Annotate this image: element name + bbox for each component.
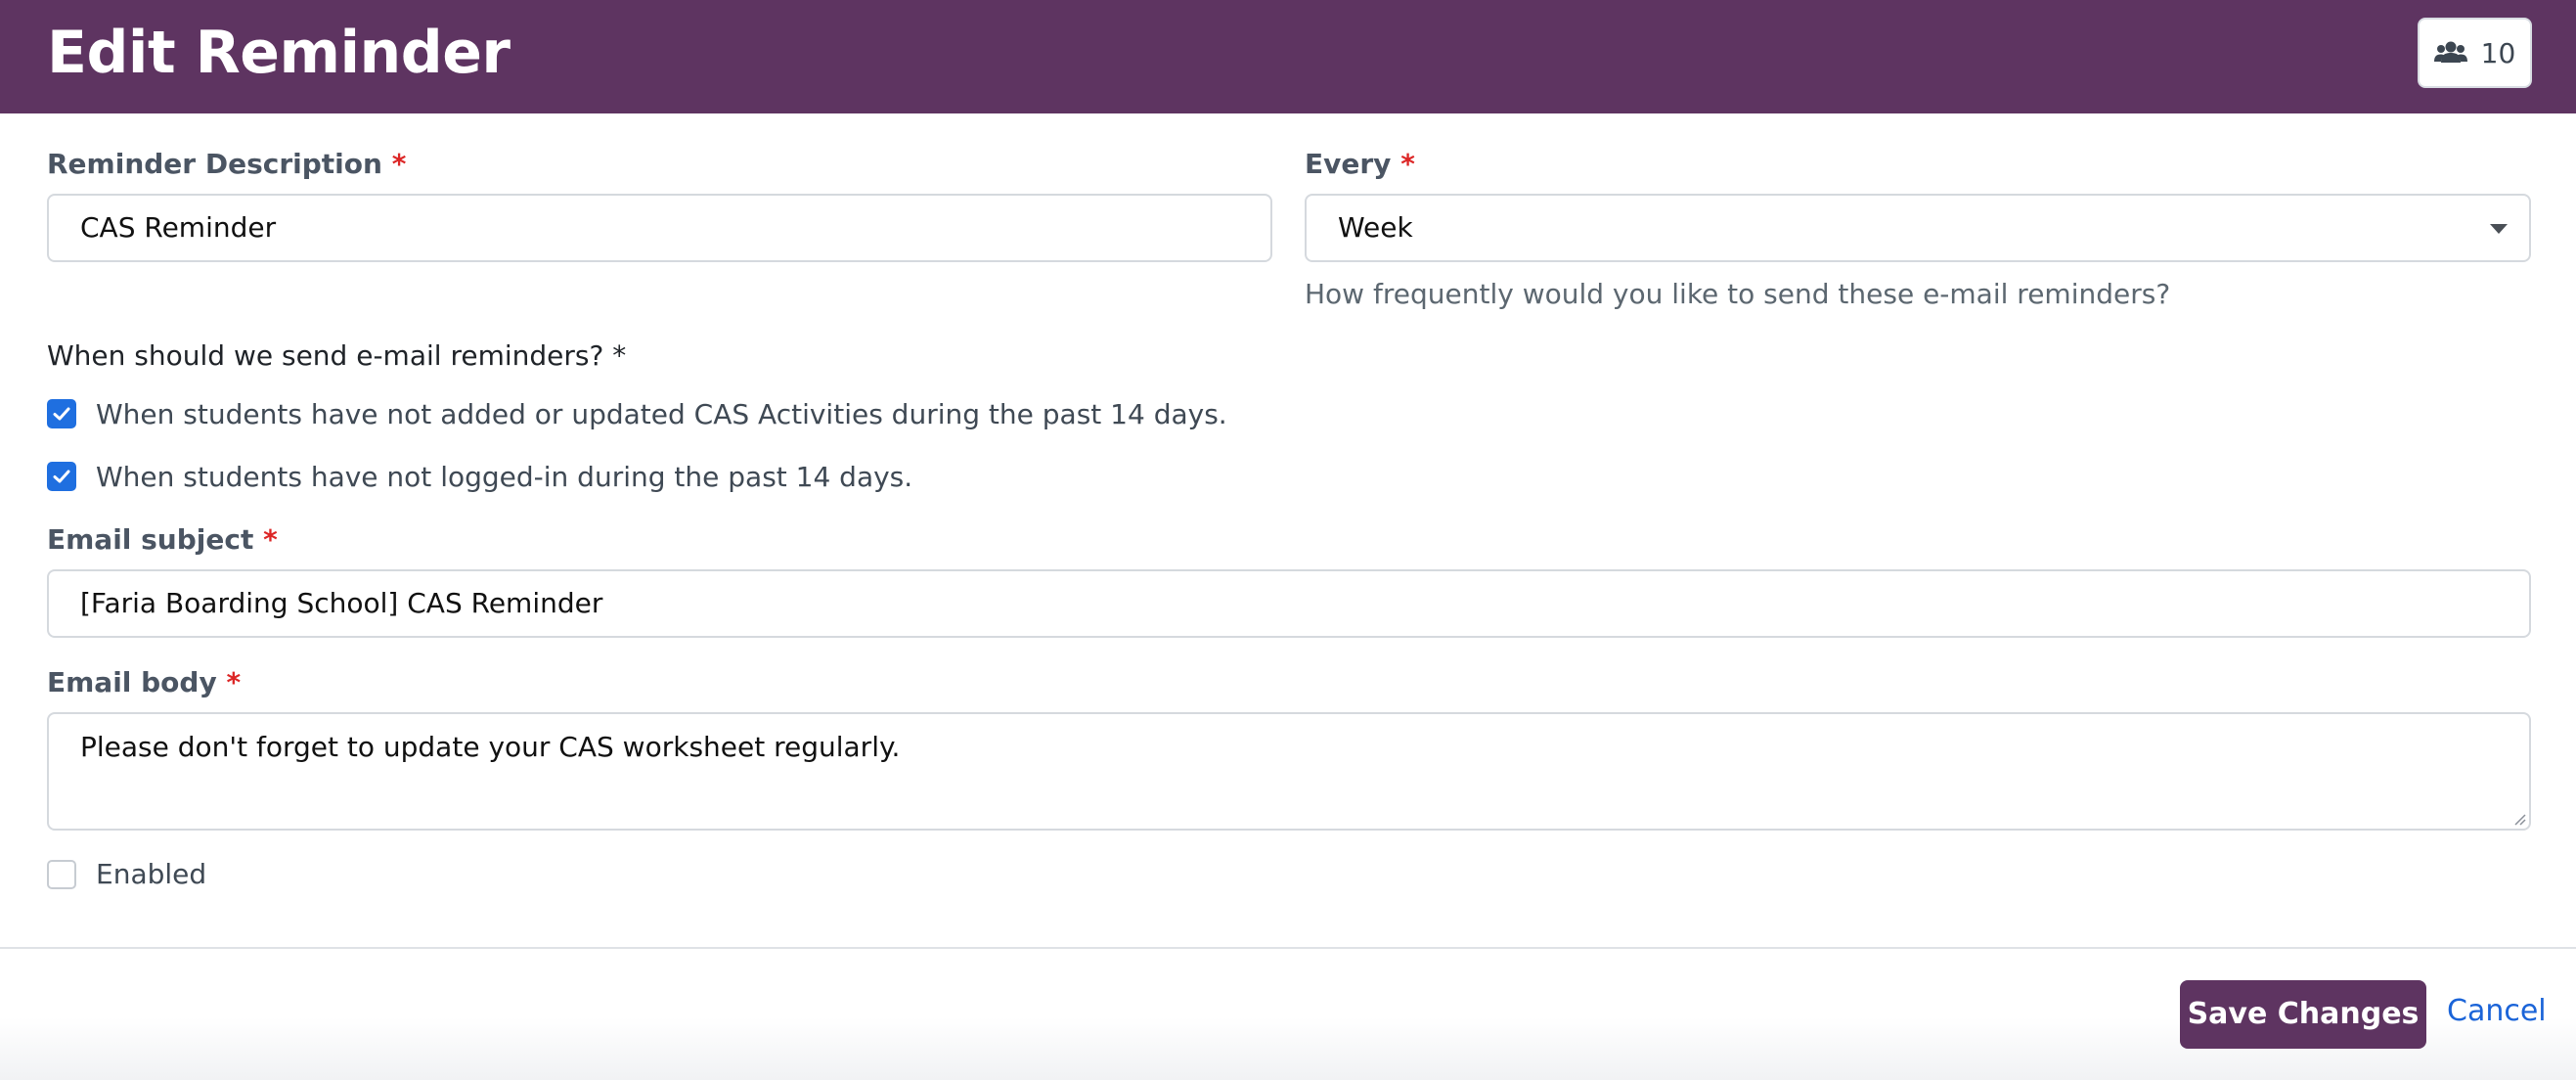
page-header: Edit Reminder 10 [0, 0, 2576, 113]
required-mark: * [391, 148, 407, 180]
option-inactive-activities-checkbox[interactable] [47, 399, 76, 428]
check-icon [53, 407, 70, 421]
option-no-login-checkbox[interactable] [47, 462, 76, 491]
option-no-login-label[interactable]: When students have not logged-in during … [96, 460, 912, 495]
email-body-label-text: Email body [47, 666, 217, 698]
description-input[interactable]: CAS Reminder [47, 194, 1272, 262]
every-help-text: How frequently would you like to send th… [1305, 278, 2171, 310]
send-when-question: When should we send e-mail reminders? * [47, 339, 627, 372]
page-title: Edit Reminder [47, 19, 511, 87]
user-count: 10 [2480, 36, 2516, 69]
email-body-value: Please don't forget to update your CAS w… [80, 731, 901, 763]
email-subject-value: [Faria Boarding School] CAS Reminder [80, 587, 603, 619]
email-subject-label-text: Email subject [47, 523, 254, 556]
email-subject-input[interactable]: [Faria Boarding School] CAS Reminder [47, 569, 2531, 638]
caret-down-icon [2490, 224, 2508, 234]
enabled-checkbox[interactable] [47, 860, 76, 889]
resize-handle-icon[interactable] [2510, 810, 2526, 826]
option-inactive-activities-label[interactable]: When students have not added or updated … [96, 397, 1227, 432]
description-label-text: Reminder Description [47, 148, 382, 180]
required-mark: * [263, 523, 278, 556]
save-changes-button[interactable]: Save Changes [2180, 980, 2426, 1049]
users-icon [2433, 41, 2467, 63]
every-selected-value: Week [1338, 211, 1413, 244]
every-label: Every * [1305, 147, 1415, 182]
every-select[interactable]: Week [1305, 194, 2531, 262]
required-mark: * [1400, 148, 1415, 180]
footer-divider [0, 947, 2576, 949]
check-icon [53, 470, 70, 483]
email-subject-label: Email subject * [47, 522, 278, 558]
enabled-label[interactable]: Enabled [96, 857, 206, 892]
required-mark: * [226, 666, 242, 698]
every-label-text: Every [1305, 148, 1392, 180]
description-value: CAS Reminder [80, 211, 277, 244]
cancel-link[interactable]: Cancel [2447, 992, 2547, 1031]
user-count-button[interactable]: 10 [2418, 18, 2532, 88]
email-body-label: Email body * [47, 665, 241, 700]
email-body-textarea[interactable]: Please don't forget to update your CAS w… [47, 712, 2531, 831]
description-label: Reminder Description * [47, 147, 406, 182]
